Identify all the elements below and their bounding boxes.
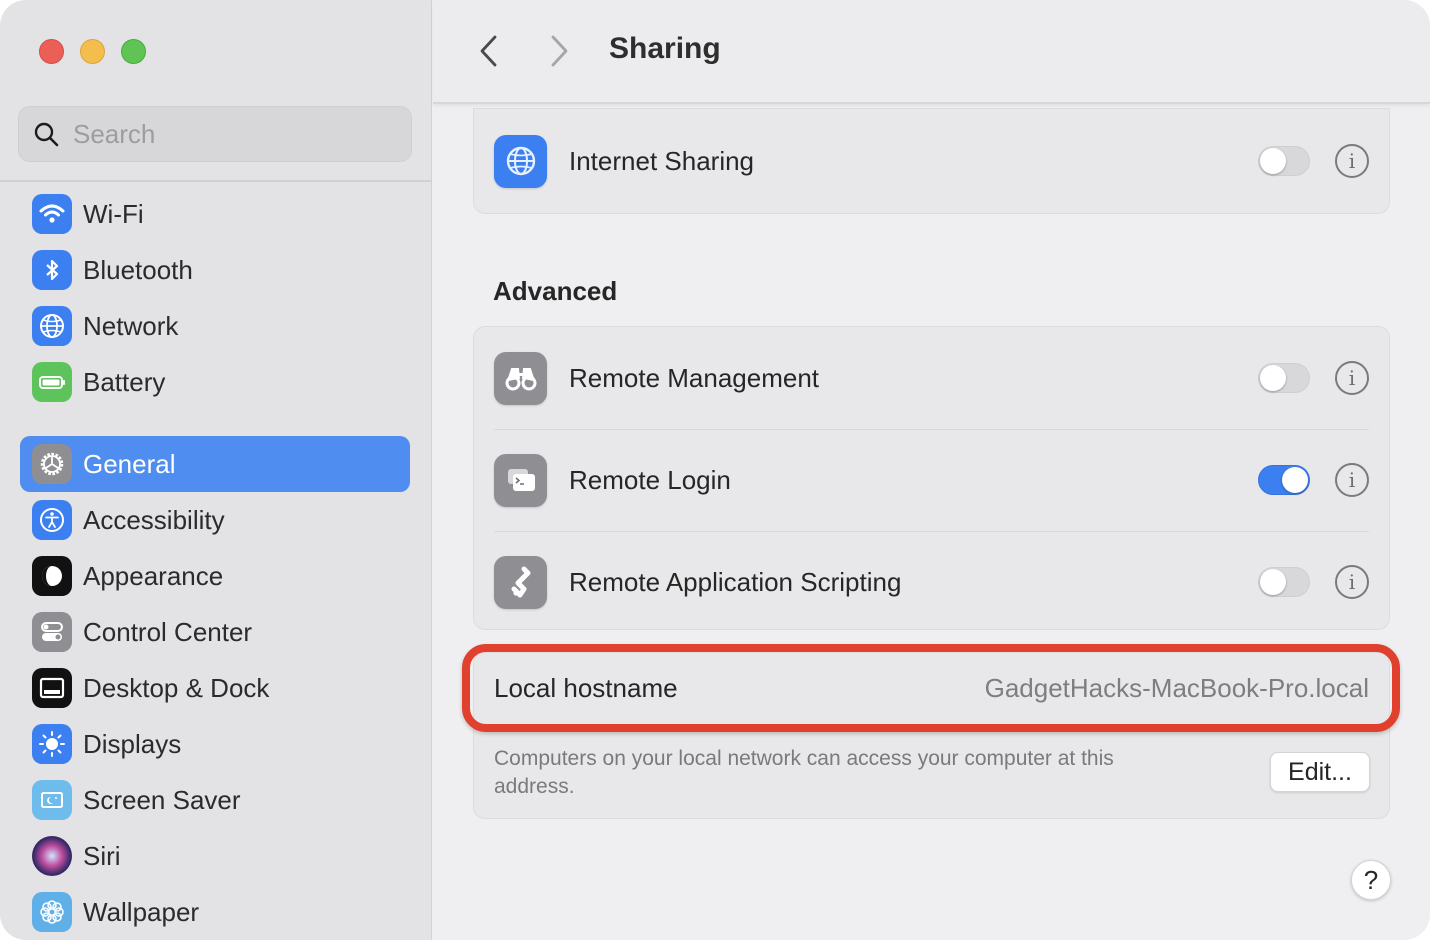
sidebar-item-label: Screen Saver (83, 784, 241, 815)
wifi-icon (32, 194, 72, 234)
advanced-card: Remote Management i Remote Login i Remot… (473, 326, 1390, 630)
sidebar-item-general[interactable]: General (20, 436, 410, 492)
local-hostname-row: Local hostname GadgetHacks-MacBook-Pro.l… (474, 653, 1389, 723)
gear-icon (32, 444, 72, 484)
sidebar-item-appearance[interactable]: Appearance (20, 548, 410, 604)
sidebar-item-network[interactable]: Network (20, 298, 410, 354)
wallpaper-flower-icon (32, 892, 72, 932)
battery-icon (32, 362, 72, 402)
service-label: Remote Management (569, 362, 820, 393)
terminal-icon (494, 453, 547, 507)
sidebar-item-label: Control Center (83, 616, 253, 647)
sidebar-item-label: Wi-Fi (83, 198, 144, 229)
globe-icon (32, 306, 72, 346)
sidebar-item-desktop-dock[interactable]: Desktop & Dock (20, 660, 410, 716)
sidebar-item-label: Siri (83, 840, 121, 871)
sidebar-item-screen-saver[interactable]: Screen Saver (20, 772, 410, 828)
service-row-remote-login: Remote Login i (474, 429, 1389, 531)
sun-icon (32, 724, 72, 764)
magnifying-glass-icon (34, 122, 59, 147)
sidebar-nav: Wi-Fi Bluetooth Network Battery General … (20, 186, 410, 940)
chevron-left-icon[interactable] (473, 32, 503, 70)
sidebar-item-label: Network (83, 310, 179, 341)
sidebar-item-wallpaper[interactable]: Wallpaper (20, 884, 410, 940)
local-hostname-value: GadgetHacks-MacBook-Pro.local (984, 672, 1369, 703)
sidebar-item-displays[interactable]: Displays (20, 716, 410, 772)
control-center-icon (32, 612, 72, 652)
remote-login-toggle[interactable] (1258, 465, 1310, 495)
remote-application-scripting-toggle[interactable] (1258, 567, 1310, 597)
sidebar-item-accessibility[interactable]: Accessibility (20, 492, 410, 548)
close-window-button[interactable] (39, 39, 64, 64)
sidebar-item-wifi[interactable]: Wi-Fi (20, 186, 410, 242)
sidebar-item-label: Battery (83, 366, 166, 397)
globe-icon (494, 134, 547, 188)
advanced-section-title: Advanced (493, 276, 618, 306)
sidebar-item-label: Desktop & Dock (83, 672, 270, 703)
local-hostname-description: Computers on your local network can acce… (494, 747, 1114, 798)
desktop-dock-icon (32, 668, 72, 708)
sidebar-item-label: Displays (83, 728, 182, 759)
sidebar-item-label: General (83, 448, 176, 479)
sidebar: Wi-Fi Bluetooth Network Battery (0, 0, 432, 940)
sidebar-item-bluetooth[interactable]: Bluetooth (20, 242, 410, 298)
screen-saver-icon (32, 780, 72, 820)
sidebar-item-battery[interactable]: Battery (20, 354, 410, 410)
service-label: Internet Sharing (569, 145, 755, 176)
sidebar-item-label: Appearance (83, 560, 224, 591)
service-label: Remote Login (569, 464, 731, 495)
binoculars-icon (494, 351, 547, 405)
toolbar: Sharing (433, 0, 1430, 104)
bluetooth-icon (32, 250, 72, 290)
service-row-remote-management: Remote Management i (474, 327, 1389, 429)
internet-sharing-toggle[interactable] (1258, 146, 1310, 176)
sidebar-divider (0, 180, 432, 182)
accessibility-icon (32, 500, 72, 540)
sidebar-item-label: Accessibility (83, 504, 225, 535)
info-icon[interactable]: i (1335, 565, 1369, 599)
service-row-remote-application-scripting: Remote Application Scripting i (474, 531, 1389, 633)
search-field[interactable] (18, 106, 412, 162)
info-icon[interactable]: i (1335, 463, 1369, 497)
sharing-services-card: Internet Sharing i (473, 108, 1390, 214)
remote-management-toggle[interactable] (1258, 363, 1310, 393)
minimize-window-button[interactable] (80, 39, 105, 64)
search-input[interactable] (73, 118, 393, 150)
sidebar-item-control-center[interactable]: Control Center (20, 604, 410, 660)
sidebar-item-label: Wallpaper (83, 896, 200, 927)
info-icon[interactable]: i (1335, 144, 1369, 178)
page-title: Sharing (609, 32, 721, 65)
service-row-internet-sharing: Internet Sharing i (474, 109, 1389, 213)
sidebar-item-siri[interactable]: Siri (20, 828, 410, 884)
chevron-right-icon[interactable] (545, 32, 575, 70)
service-label: Remote Application Scripting (569, 566, 902, 597)
appearance-icon (32, 556, 72, 596)
help-button[interactable]: ? (1351, 860, 1391, 900)
window-controls (39, 39, 146, 64)
local-hostname-card: Local hostname GadgetHacks-MacBook-Pro.l… (473, 652, 1390, 819)
sidebar-item-label: Bluetooth (83, 254, 193, 285)
local-hostname-label: Local hostname (494, 672, 678, 703)
script-icon (494, 555, 547, 609)
siri-icon (32, 836, 72, 876)
sharing-pane: Sharing Internet Sharing i Advanced Remo… (433, 0, 1430, 940)
zoom-window-button[interactable] (121, 39, 146, 64)
edit-hostname-button[interactable]: Edit... (1270, 752, 1370, 792)
info-icon[interactable]: i (1335, 361, 1369, 395)
system-settings-window: Wi-Fi Bluetooth Network Battery (0, 0, 1430, 940)
